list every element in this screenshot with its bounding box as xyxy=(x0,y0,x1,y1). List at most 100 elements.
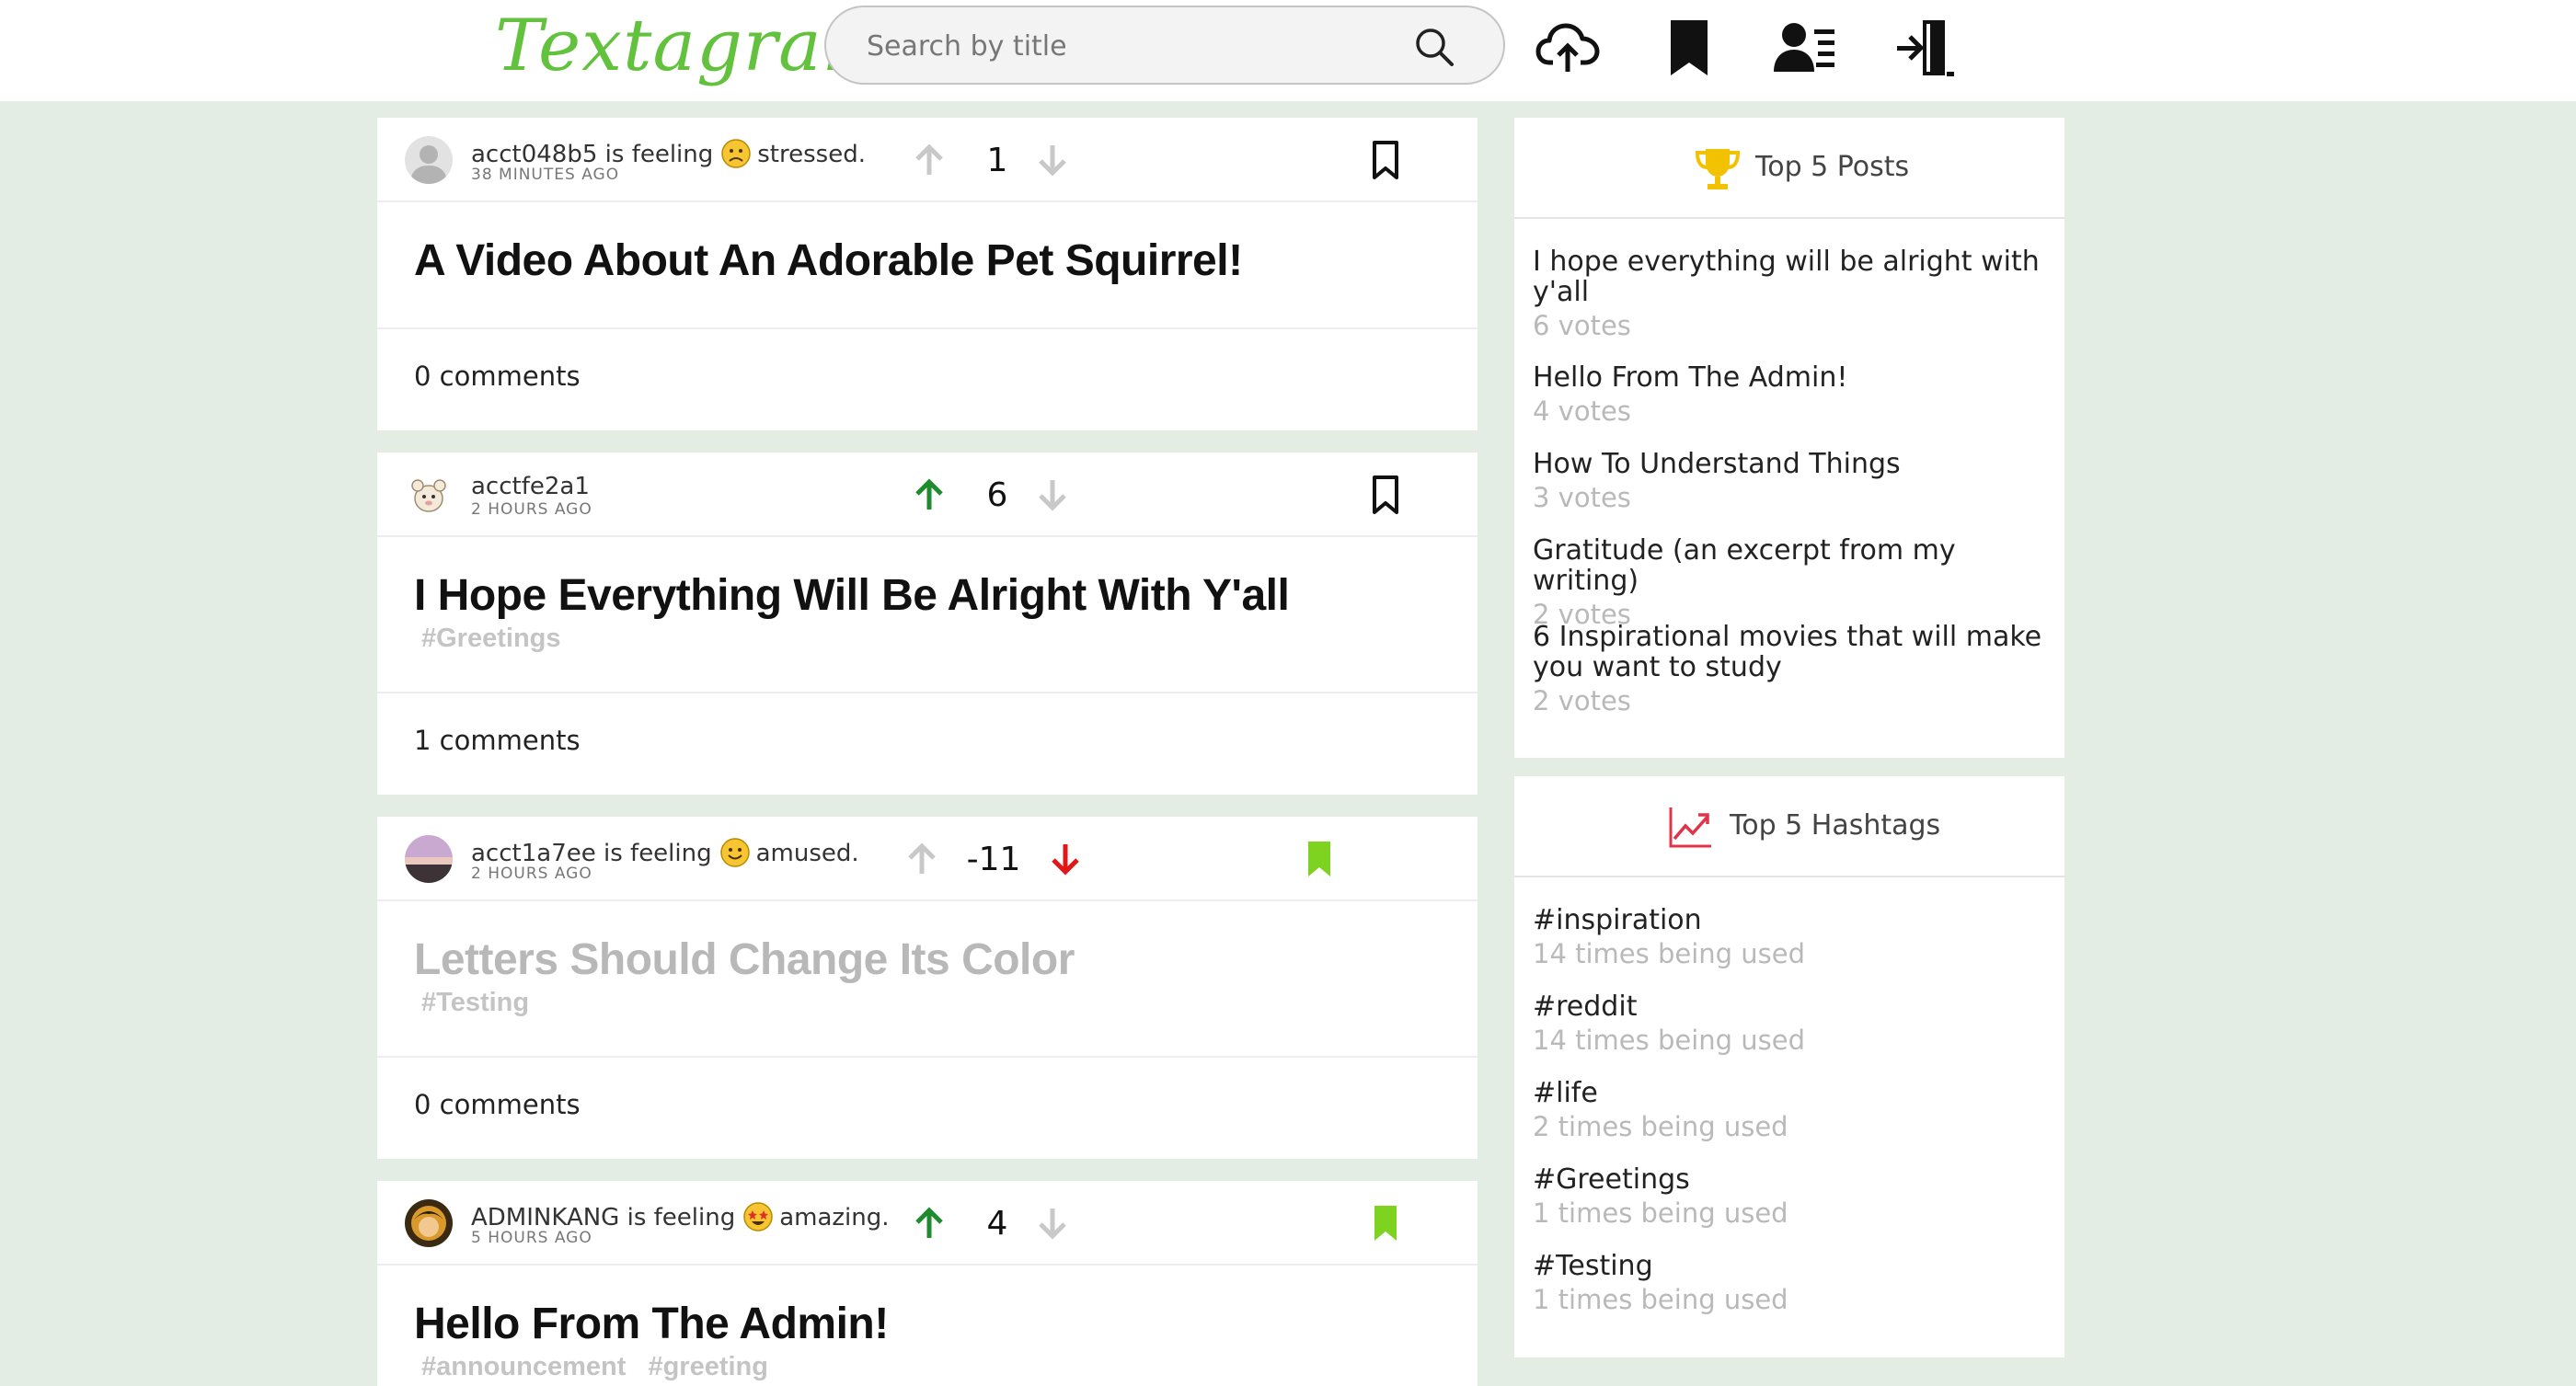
author-name[interactable]: acctfe2a1 xyxy=(471,473,590,500)
hashtag-name[interactable]: #life xyxy=(1533,1078,2048,1108)
downvote-icon[interactable] xyxy=(1030,1201,1075,1245)
search-icon[interactable] xyxy=(1411,24,1457,70)
author-line: acctfe2a1 xyxy=(471,473,590,500)
upvote-icon[interactable] xyxy=(907,1201,951,1245)
hashtag[interactable]: #Greetings xyxy=(421,624,561,653)
top-post-title[interactable]: I hope everything will be alright with y… xyxy=(1533,246,2048,307)
post-timestamp: 2 HOURS AGO xyxy=(471,865,592,883)
post-title[interactable]: A Video About An Adorable Pet Squirrel! xyxy=(414,235,1243,286)
vote-score: 6 xyxy=(986,476,1008,514)
hashtag-name[interactable]: #Greetings xyxy=(1533,1164,2048,1195)
trophy-icon xyxy=(1693,143,1742,193)
hashtag-item[interactable]: #reddit 14 times being used xyxy=(1533,991,2048,1059)
post-tags: #announcement #greeting xyxy=(421,1352,783,1382)
hashtag-usage: 2 times being used xyxy=(1533,1111,1788,1142)
top-hashtags-header: Top 5 Hashtags xyxy=(1514,776,2064,877)
worried-face-emoji-icon xyxy=(720,138,752,169)
post-card: acct048b5 is feeling stressed. 38 MINUTES… xyxy=(377,118,1478,430)
downvote-icon[interactable] xyxy=(1030,473,1075,517)
mood-text: amused. xyxy=(755,840,859,867)
avatar[interactable] xyxy=(405,835,453,883)
hashtag-item[interactable]: #inspiration 14 times being used xyxy=(1533,905,2048,972)
slightly-smiling-face-emoji-icon xyxy=(719,837,751,868)
post-header: acct1a7ee is feeling amused. 2 HOURS AGO … xyxy=(377,817,1478,901)
navbar: Textagram xyxy=(0,0,2576,101)
author-name[interactable]: acct1a7ee xyxy=(471,840,596,867)
top-post-item[interactable]: I hope everything will be alright with y… xyxy=(1533,246,2048,344)
top-post-title[interactable]: Hello From The Admin! xyxy=(1533,362,2048,393)
bookmark-icon[interactable] xyxy=(1363,1201,1408,1245)
trending-chart-icon xyxy=(1665,802,1715,852)
feeling-prefix: is feeling xyxy=(604,141,714,168)
author-name[interactable]: ADMINKANG xyxy=(471,1204,619,1231)
top-post-item[interactable]: Gratitude (an excerpt from my writing) 2… xyxy=(1533,535,2048,633)
avatar[interactable] xyxy=(405,471,453,519)
upload-cloud-icon[interactable] xyxy=(1535,15,1601,81)
avatar[interactable] xyxy=(405,1199,453,1247)
hashtag[interactable]: #greeting xyxy=(648,1352,768,1381)
post-title[interactable]: I Hope Everything Will Be Alright With Y… xyxy=(414,570,1290,621)
top-post-item[interactable]: 6 Inspirational movies that will make yo… xyxy=(1533,622,2048,719)
comments-link[interactable]: 0 comments xyxy=(414,1089,581,1120)
downvote-icon[interactable] xyxy=(1043,837,1087,881)
hashtag[interactable]: #Testing xyxy=(421,988,529,1017)
hashtag-item[interactable]: #Testing 1 times being used xyxy=(1533,1251,2048,1318)
comments-link[interactable]: 0 comments xyxy=(414,361,581,392)
post-title[interactable]: Hello From The Admin! xyxy=(414,1299,889,1349)
bookmark-icon[interactable] xyxy=(1363,473,1408,517)
top-post-votes: 6 votes xyxy=(1533,310,1631,341)
upvote-icon[interactable] xyxy=(900,837,944,881)
post-timestamp: 2 HOURS AGO xyxy=(471,500,592,519)
search-input[interactable] xyxy=(867,24,1382,68)
author-line: acct048b5 is feeling stressed. xyxy=(471,138,866,169)
star-struck-face-emoji-icon xyxy=(742,1201,774,1232)
bookmark-icon[interactable] xyxy=(1297,837,1341,881)
hashtag-usage: 1 times being used xyxy=(1533,1197,1788,1229)
top-hashtags-panel: Top 5 Hashtags #inspiration 14 times bei… xyxy=(1514,776,2064,1357)
divider xyxy=(377,692,1478,693)
profile-icon[interactable] xyxy=(1772,15,1838,81)
post-header: acct048b5 is feeling stressed. 38 MINUTES… xyxy=(377,118,1478,202)
bookmark-icon[interactable] xyxy=(1656,15,1722,81)
top-post-title[interactable]: 6 Inspirational movies that will make yo… xyxy=(1533,622,2048,682)
post-card: ADMINKANG is feeling amazing. 5 HOURS AGO… xyxy=(377,1181,1478,1386)
vote-score: 1 xyxy=(986,142,1008,179)
top-post-item[interactable]: How To Understand Things 3 votes xyxy=(1533,449,2048,516)
post-tags: #Testing xyxy=(421,988,544,1018)
author-name[interactable]: acct048b5 xyxy=(471,141,597,168)
post-card: acct1a7ee is feeling amused. 2 HOURS AGO … xyxy=(377,817,1478,1159)
top-post-title[interactable]: Gratitude (an excerpt from my writing) xyxy=(1533,535,2048,596)
hashtag-item[interactable]: #Greetings 1 times being used xyxy=(1533,1164,2048,1231)
upvote-icon[interactable] xyxy=(907,473,951,517)
divider xyxy=(377,1056,1478,1058)
downvote-icon[interactable] xyxy=(1030,138,1075,182)
mood-text: stressed. xyxy=(757,141,866,168)
top-posts-header: Top 5 Posts xyxy=(1514,118,2064,219)
top-post-votes: 3 votes xyxy=(1533,482,1631,513)
hashtag-name[interactable]: #inspiration xyxy=(1533,905,2048,935)
hashtag-name[interactable]: #Testing xyxy=(1533,1251,2048,1281)
mood-text: amazing. xyxy=(779,1204,890,1231)
avatar[interactable] xyxy=(405,136,453,184)
comments-link[interactable]: 1 comments xyxy=(414,725,581,756)
bookmark-icon[interactable] xyxy=(1363,138,1408,182)
top-post-item[interactable]: Hello From The Admin! 4 votes xyxy=(1533,362,2048,430)
author-line: acct1a7ee is feeling amused. xyxy=(471,837,859,868)
hashtag[interactable]: #announcement xyxy=(421,1352,626,1381)
search-bar[interactable] xyxy=(824,6,1505,85)
hashtag-name[interactable]: #reddit xyxy=(1533,991,2048,1022)
upvote-icon[interactable] xyxy=(907,138,951,182)
post-card: acctfe2a1 2 HOURS AGO 6 I Hope Everythin… xyxy=(377,452,1478,795)
hashtag-usage: 14 times being used xyxy=(1533,1025,1806,1056)
post-header: ADMINKANG is feeling amazing. 5 HOURS AGO… xyxy=(377,1181,1478,1266)
author-line: ADMINKANG is feeling amazing. xyxy=(471,1201,890,1232)
post-title[interactable]: Letters Should Change Its Color xyxy=(414,934,1075,985)
post-header: acctfe2a1 2 HOURS AGO 6 xyxy=(377,452,1478,537)
feeling-prefix: is feeling xyxy=(604,840,712,867)
hashtag-item[interactable]: #life 2 times being used xyxy=(1533,1078,2048,1145)
feeling-prefix: is feeling xyxy=(627,1204,736,1231)
logout-icon[interactable] xyxy=(1890,15,1956,81)
top-post-votes: 2 votes xyxy=(1533,685,1631,716)
top-post-title[interactable]: How To Understand Things xyxy=(1533,449,2048,479)
vote-score: 4 xyxy=(986,1205,1008,1243)
